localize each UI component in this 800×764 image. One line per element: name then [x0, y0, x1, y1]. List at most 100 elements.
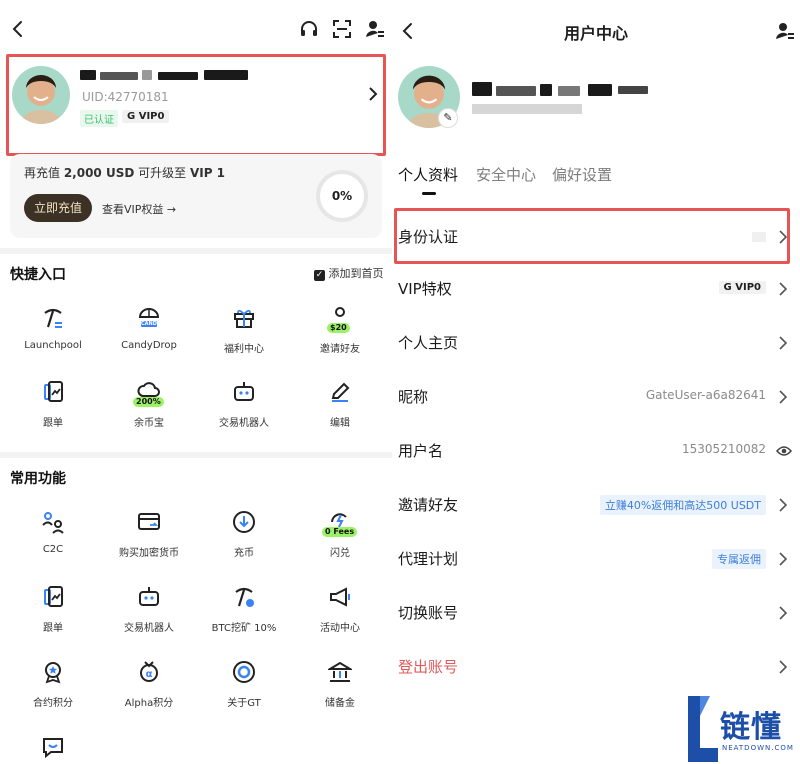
quick-item-label: 邀请好友 [320, 344, 360, 355]
vip-badge: G VIP0 [718, 281, 766, 294]
left-panel: UID:42770181 已认证 G VIP0 再充值 2,000 USD 可升… [0, 0, 392, 764]
common-item-copy-trading[interactable]: 跟单 [7, 585, 99, 645]
upgrade-target: VIP 1 [189, 166, 226, 180]
chevron-right-icon [778, 335, 788, 351]
common-item-c2c[interactable]: C2C [7, 510, 99, 570]
chevron-right-icon [368, 86, 378, 102]
row-label: 身份认证 [398, 228, 459, 246]
quick-item-label: 跟单 [43, 418, 63, 429]
common-item-btc-mining[interactable]: BTC挖矿 10% [198, 585, 290, 645]
common-item-label: Alpha积分 [124, 698, 174, 709]
quick-item-label: 福利中心 [224, 344, 264, 355]
c2c-users-icon [41, 510, 65, 534]
chevron-right-icon [778, 605, 788, 621]
exclusive-rebate-tag: 专属返佣 [712, 549, 766, 569]
medal-icon [41, 660, 65, 684]
common-item-flash-swap[interactable]: 0 Fees 闪兑 [294, 510, 386, 570]
row-username[interactable]: 用户名 15305210082 [392, 424, 800, 478]
active-tab-indicator [422, 192, 436, 195]
name-redacted [558, 86, 580, 96]
vip-g-icon: G [127, 111, 136, 122]
common-item-label: 跟单 [43, 623, 63, 634]
chevron-right-icon [778, 389, 788, 405]
row-label: 邀请好友 [398, 496, 459, 514]
upgrade-amount: 2,000 USD [63, 166, 135, 180]
checkbox-icon[interactable]: ✓ [314, 270, 325, 281]
quick-item-benefits-center[interactable]: 福利中心 [198, 306, 290, 366]
copy-trade-icon [41, 380, 65, 404]
neatdown-watermark: 链懂 NEATDOWN.COM [686, 696, 800, 764]
row-label: 昵称 [398, 388, 429, 406]
divider [0, 452, 392, 458]
add-to-home-toggle[interactable]: ✓ 添加到首页 [314, 265, 384, 281]
quick-item-copy-trading[interactable]: 跟单 [7, 380, 99, 440]
user-settings-icon[interactable] [364, 18, 386, 40]
row-affiliate-program[interactable]: 代理计划 专属返佣 [392, 532, 800, 586]
common-item-trading-bot[interactable]: 交易机器人 [103, 585, 195, 645]
quick-item-candydrop[interactable]: CANDY CandyDrop [103, 306, 195, 366]
robot-icon [232, 380, 256, 404]
row-vip-privileges[interactable]: VIP特权 G VIP0 [392, 262, 800, 316]
row-switch-account[interactable]: 切换账号 [392, 586, 800, 640]
chevron-right-icon [778, 229, 788, 245]
row-label: VIP特权 [398, 280, 452, 298]
right-panel: 用户中心 ✎ 个人资料 安全中心 偏好设置 身份认证 VIP特权 G VIP0 … [392, 0, 800, 764]
btc-mining-icon [232, 585, 256, 609]
quick-item-label: CandyDrop [121, 340, 177, 351]
common-item-deposit[interactable]: 充币 [198, 510, 290, 570]
quick-item-earn[interactable]: 200% 余币宝 [103, 380, 195, 440]
chevron-right-icon [778, 659, 788, 675]
name-redacted [158, 72, 198, 80]
common-item-alpha-points[interactable]: α Alpha积分 [103, 660, 195, 720]
avatar [12, 66, 70, 124]
name-redacted [540, 84, 552, 96]
scan-icon[interactable] [331, 18, 353, 40]
quick-item-launchpool[interactable]: Launchpool [7, 306, 99, 366]
profile-card[interactable]: UID:42770181 已认证 G VIP0 [8, 54, 384, 154]
name-redacted [100, 72, 138, 80]
common-item-about-gt[interactable]: 关于GT [198, 660, 290, 720]
quick-item-label: 编辑 [330, 418, 350, 429]
common-item-activity-center[interactable]: 活动中心 [294, 585, 386, 645]
quick-item-invite-friends[interactable]: $20 邀请好友 [294, 306, 386, 366]
common-item-buy-crypto[interactable]: 购买加密货币 [103, 510, 195, 570]
tab-security-center[interactable]: 安全中心 [476, 164, 536, 185]
tab-preferences[interactable]: 偏好设置 [552, 164, 612, 185]
edit-pencil-icon [328, 380, 352, 404]
quick-item-edit[interactable]: 编辑 [294, 380, 386, 440]
row-invite-friends[interactable]: 邀请好友 立赚40%返佣和高达500 USDT [392, 478, 800, 532]
invite-promo-tag: 立赚40%返佣和高达500 USDT [599, 495, 766, 515]
name-redacted [618, 86, 648, 94]
chat-icon[interactable] [41, 735, 65, 759]
row-personal-homepage[interactable]: 个人主页 [392, 316, 800, 370]
name-redacted [80, 70, 96, 80]
headset-icon[interactable] [298, 18, 320, 40]
row-nickname[interactable]: 昵称 GateUser-a6a82641 [392, 370, 800, 424]
eye-icon[interactable] [776, 443, 792, 463]
name-redacted [472, 82, 492, 96]
upgrade-text: 再充值 2,000 USD 可升级至 VIP 1 [24, 166, 226, 180]
divider [0, 248, 392, 254]
common-item-label: 闪兑 [330, 548, 350, 559]
back-chevron-icon[interactable] [8, 18, 30, 40]
quick-item-trading-bot[interactable]: 交易机器人 [198, 380, 290, 440]
common-item-reserves[interactable]: 储备金 [294, 660, 386, 720]
gt-coin-icon [232, 660, 256, 684]
tab-personal-info[interactable]: 个人资料 [398, 164, 458, 185]
view-vip-benefits-link[interactable]: 查看VIP权益 → [102, 201, 176, 217]
edit-avatar-icon[interactable]: ✎ [438, 108, 458, 128]
row-logout[interactable]: 登出账号 [392, 640, 800, 694]
quick-item-label: Launchpool [24, 340, 82, 351]
svg-text:α: α [146, 669, 153, 680]
watermark-domain: NEATDOWN.COM [722, 744, 794, 752]
logout-label: 登出账号 [398, 658, 459, 676]
nickname-value: GateUser-a6a82641 [645, 388, 766, 402]
common-item-contract-points[interactable]: 合约积分 [7, 660, 99, 720]
common-item-label: 关于GT [227, 698, 261, 709]
deposit-now-button[interactable]: 立即充值 [24, 194, 92, 222]
name-redacted [496, 86, 536, 96]
row-identity-verification[interactable]: 身份认证 [392, 210, 800, 264]
user-settings-icon[interactable] [774, 20, 796, 42]
pickaxe-icon [41, 306, 65, 330]
vip-progress-ring: 0% [316, 170, 368, 222]
